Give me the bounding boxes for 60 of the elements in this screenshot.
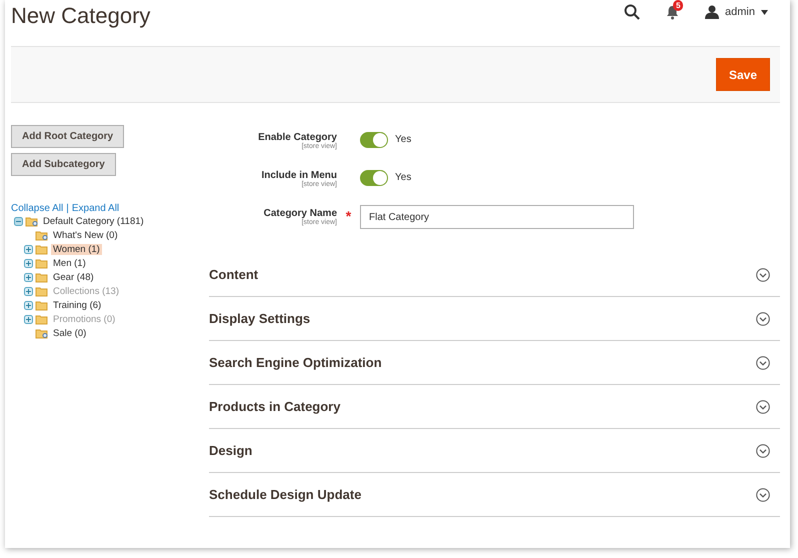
- tree-item[interactable]: Sale (0): [51, 328, 88, 338]
- caret-icon[interactable]: [761, 10, 768, 14]
- collapse-icon[interactable]: [14, 216, 23, 226]
- folder-icon: [35, 244, 49, 254]
- section-title: Design: [209, 443, 252, 458]
- tree-button[interactable]: Add Root Category: [11, 125, 124, 148]
- chevron-icon[interactable]: [756, 444, 770, 458]
- section-title: Schedule Design Update: [209, 487, 362, 502]
- folder-search-icon: [35, 230, 49, 240]
- link-separator: |: [66, 203, 69, 214]
- section-header[interactable]: Schedule Design Update: [209, 473, 780, 517]
- folder-icon: [35, 314, 49, 324]
- folder-icon: [35, 258, 49, 268]
- toggle-value: Yes: [395, 171, 412, 185]
- expand-icon[interactable]: [24, 244, 33, 254]
- field-label: Enable Category: [258, 132, 337, 143]
- tree-item[interactable]: Default Category (1181): [41, 216, 146, 226]
- tree-item[interactable]: Training (6): [51, 300, 104, 310]
- tree-button[interactable]: Add Subcategory: [11, 153, 116, 176]
- section-header[interactable]: Products in Category: [209, 385, 780, 429]
- chevron-icon[interactable]: [756, 268, 770, 282]
- tree-item[interactable]: Women (1): [51, 244, 102, 254]
- expand-all-link[interactable]: Expand All: [72, 203, 120, 214]
- folder-icon: [35, 272, 49, 282]
- section-title: Content: [209, 267, 258, 282]
- chevron-icon[interactable]: [756, 400, 770, 414]
- user-icon: [705, 5, 720, 19]
- chevron-icon[interactable]: [756, 488, 770, 502]
- expand-icon[interactable]: [24, 272, 33, 282]
- toggle-switch[interactable]: [360, 132, 388, 148]
- tree-item[interactable]: What's New (0): [51, 230, 120, 240]
- folder-icon: [25, 216, 39, 226]
- collapse-all-link[interactable]: Collapse All: [11, 203, 64, 214]
- folder-icon: [35, 286, 49, 296]
- toggle-switch[interactable]: [360, 170, 388, 186]
- tree-item[interactable]: Gear (48): [51, 272, 96, 282]
- toggle-value: Yes: [395, 133, 412, 147]
- search-icon[interactable]: [624, 4, 640, 20]
- folder-icon: [35, 300, 49, 310]
- section-title: Products in Category: [209, 399, 340, 414]
- user-menu[interactable]: admin: [725, 6, 755, 18]
- section-header[interactable]: Display Settings: [209, 297, 780, 341]
- notification-badge: 5: [673, 0, 684, 10]
- chevron-icon[interactable]: [756, 356, 770, 370]
- required-mark: *: [346, 208, 352, 224]
- section-header[interactable]: Search Engine Optimization: [209, 341, 780, 385]
- field-label: Category Name: [264, 208, 337, 219]
- expand-icon[interactable]: [24, 300, 33, 310]
- expand-icon[interactable]: [24, 258, 33, 268]
- save-button[interactable]: Save: [716, 58, 770, 91]
- input-field[interactable]: Flat Category: [360, 205, 634, 229]
- folder-search-icon: [35, 328, 49, 338]
- section-header[interactable]: Design: [209, 429, 780, 473]
- tree-item[interactable]: Men (1): [51, 258, 88, 268]
- section-title: Search Engine Optimization: [209, 355, 382, 370]
- page-title: New Category: [11, 2, 150, 29]
- chevron-icon[interactable]: [756, 312, 770, 326]
- section-title: Display Settings: [209, 311, 310, 326]
- section-header[interactable]: Content: [209, 253, 780, 297]
- field-label: Include in Menu: [261, 170, 337, 181]
